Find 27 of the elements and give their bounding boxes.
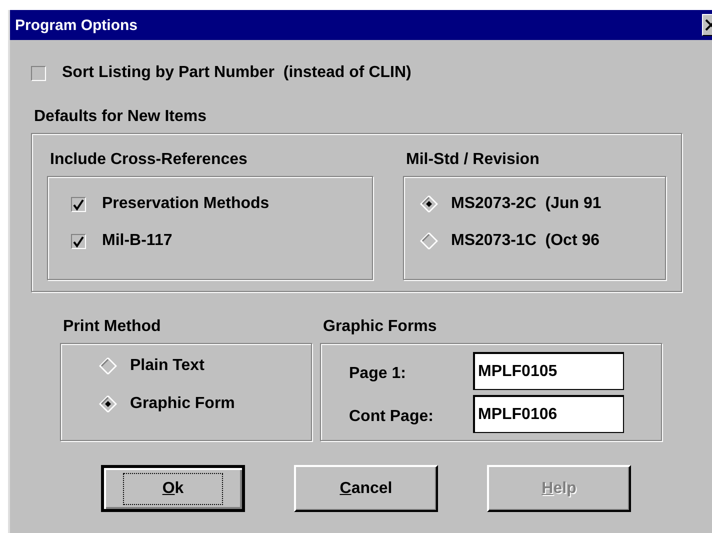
window-title: Program Options [14,16,138,34]
radio-button[interactable] [420,195,438,213]
group-label: Graphic Forms [323,318,438,336]
dialog-button: Help [487,465,631,512]
dialog-button[interactable]: Ok [101,465,245,512]
option-label: MS2073-1C (Oct 96 [451,232,600,250]
field-label: Cont Page: [349,407,434,426]
option-label: MS2073-2C (Jun 91 [451,195,602,213]
group-label: Mil-Std / Revision [406,151,540,169]
radio-button[interactable] [420,232,438,250]
dialog-button[interactable]: Cancel [294,465,438,512]
checkbox[interactable] [71,196,86,212]
group-label: Defaults for New Items [34,108,208,126]
radio-button[interactable] [99,357,117,375]
option-label: Graphic Form [130,395,235,413]
group-label: Include Cross-References [50,151,248,169]
option-label: Mil-B-117 [102,232,172,250]
input-field[interactable]: MPLF0105 [473,352,624,390]
option-label: Plain Text [130,357,204,375]
checkbox[interactable] [71,234,86,248]
radio-button[interactable] [99,395,117,413]
option-label: Preservation Methods [102,195,270,213]
input-field[interactable]: MPLF0106 [473,395,624,433]
option-label: Sort Listing by Part Number (instead of CLIN) [62,64,412,82]
field-label: Page 1: [349,364,407,383]
checkbox[interactable] [31,66,46,80]
group-label: Print Method [63,318,162,336]
